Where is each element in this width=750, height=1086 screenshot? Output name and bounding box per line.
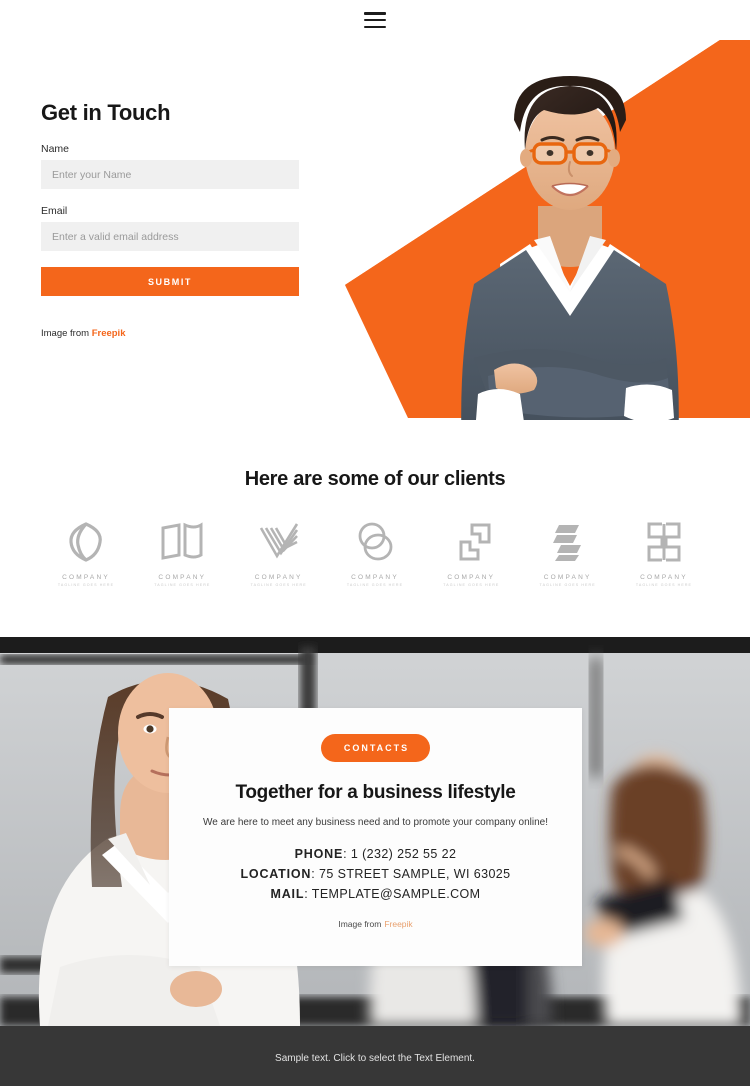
mirrored-brackets-logo-icon — [644, 519, 684, 565]
client-logo-name: COMPANY — [543, 574, 592, 581]
client-logo-name: COMPANY — [640, 574, 688, 581]
client-logo-tagline: TAGLINE GOES HERE — [539, 583, 596, 587]
client-logo-tagline: TAGLINE GOES HERE — [443, 583, 500, 587]
page-root: Get in Touch Name Email SUBMIT Image fro… — [0, 0, 750, 1086]
open-book-logo-icon — [160, 519, 204, 565]
contact-image-credit: Image from Freepik — [169, 919, 582, 929]
contact-form: Get in Touch Name Email SUBMIT Image fro… — [41, 100, 299, 339]
contact-detail-location-separator: : — [311, 867, 319, 881]
page-title: Get in Touch — [41, 100, 171, 125]
diagonal-bars-logo-icon — [549, 519, 587, 565]
contact-detail-location-label: LOCATION — [240, 867, 312, 881]
hero-image-credit: Image from Freepik — [41, 328, 299, 339]
overlapping-circles-logo-icon — [354, 519, 396, 565]
hamburger-bar-3 — [364, 25, 386, 28]
footer-text[interactable]: Sample text. Click to select the Text El… — [275, 1053, 475, 1064]
client-logo-tagline: TAGLINE GOES HERE — [57, 583, 115, 587]
clients-title: Here are some of our clients — [244, 468, 506, 490]
client-logo-item[interactable]: COMPANY TAGLINE GOES HERE — [425, 519, 517, 587]
two-squares-logo-icon — [450, 519, 492, 565]
contact-detail-mail: MAIL: TEMPLATE@SAMPLE.COM — [169, 884, 582, 904]
client-logo-name: COMPANY — [254, 574, 303, 581]
client-logo-item[interactable]: COMPANY TAGLINE GOES HERE — [40, 519, 132, 587]
client-logo-item[interactable]: COMPANY TAGLINE GOES HERE — [233, 519, 325, 587]
client-logo-item[interactable]: COMPANY TAGLINE GOES HERE — [522, 519, 614, 587]
site-footer: Sample text. Click to select the Text El… — [0, 1026, 750, 1086]
client-logo-item[interactable]: COMPANY TAGLINE GOES HERE — [329, 519, 421, 587]
client-logo-tagline: TAGLINE GOES HERE — [250, 583, 307, 587]
client-logo-row: COMPANY TAGLINE GOES HERE COMPANY TAGLIN… — [0, 519, 750, 587]
leaf-circle-logo-icon — [68, 519, 104, 565]
contact-detail-mail-separator: : — [304, 887, 312, 901]
contact-card-heading: Together for a business lifestyle — [235, 782, 516, 803]
client-logo-name: COMPANY — [62, 574, 110, 581]
contact-credit-link[interactable]: Freepik — [384, 919, 412, 929]
client-logo-name: COMPANY — [158, 574, 207, 581]
name-label: Name — [41, 143, 70, 155]
hero-photo — [461, 76, 679, 420]
client-logo-tagline: TAGLINE GOES HERE — [346, 583, 404, 587]
contact-detail-phone: PHONE: 1 (232) 252 55 22 — [169, 844, 582, 864]
client-logo-tagline: TAGLINE GOES HERE — [154, 583, 211, 587]
client-logo-name: COMPANY — [351, 574, 399, 581]
site-header — [0, 0, 750, 40]
contact-detail-mail-value: TEMPLATE@SAMPLE.COM — [311, 887, 481, 901]
contact-detail-phone-separator: : — [343, 847, 351, 861]
contact-detail-phone-value: 1 (232) 252 55 22 — [350, 847, 457, 861]
client-logo-tagline: TAGLINE GOES HERE — [635, 583, 693, 587]
contact-credit-prefix: Image from — [338, 919, 382, 929]
hero-credit-link[interactable]: Freepik — [92, 328, 126, 339]
contact-detail-location-value: 75 STREET SAMPLE, WI 63025 — [319, 867, 511, 881]
clients-section: Here are some of our clients COMPANY TAG… — [0, 420, 750, 637]
contact-card: CONTACTS Together for a business lifesty… — [169, 708, 582, 966]
client-logo-name: COMPANY — [447, 574, 496, 581]
contacts-badge-button[interactable]: CONTACTS — [320, 734, 431, 762]
contact-details-list: PHONE: 1 (232) 252 55 22 LOCATION: 75 ST… — [169, 844, 582, 904]
contact-card-subheading: We are here to meet any business need an… — [202, 817, 549, 828]
name-input[interactable] — [41, 160, 299, 189]
submit-button[interactable]: SUBMIT — [41, 267, 299, 296]
hamburger-bar-1 — [364, 12, 386, 15]
hero-section: Get in Touch Name Email SUBMIT Image fro… — [0, 40, 750, 420]
chevron-stripes-logo-icon — [257, 519, 301, 565]
hero-credit-prefix: Image from — [41, 328, 92, 339]
client-logo-item[interactable]: COMPANY TAGLINE GOES HERE — [618, 519, 710, 587]
email-input[interactable] — [41, 222, 299, 251]
hamburger-menu-icon[interactable] — [364, 12, 386, 28]
email-label: Email — [41, 205, 68, 217]
contact-section: CONTACTS Together for a business lifesty… — [0, 637, 750, 1026]
contact-detail-phone-label: PHONE — [294, 847, 344, 861]
client-logo-item[interactable]: COMPANY TAGLINE GOES HERE — [136, 519, 228, 587]
hamburger-bar-2 — [364, 18, 386, 22]
contact-detail-location: LOCATION: 75 STREET SAMPLE, WI 63025 — [169, 864, 582, 884]
contact-detail-mail-label: MAIL — [270, 887, 305, 901]
